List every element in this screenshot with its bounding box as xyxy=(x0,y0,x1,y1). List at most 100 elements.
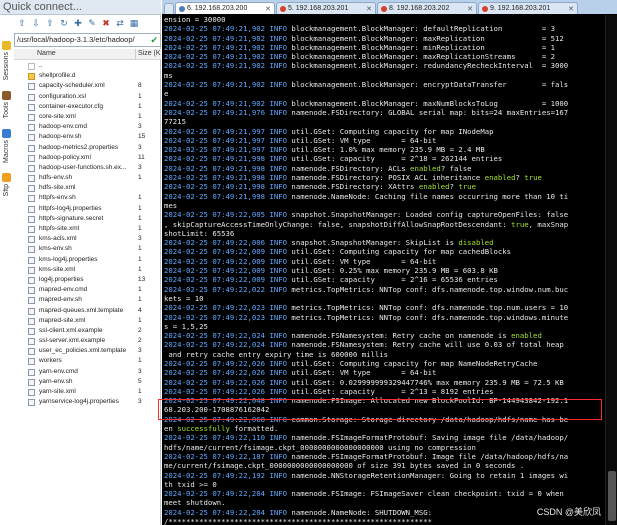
follow-terminal-icon[interactable]: ▦ xyxy=(128,18,140,30)
refresh-icon[interactable]: ↻ xyxy=(58,18,70,30)
terminal-scrollbar[interactable] xyxy=(605,15,617,525)
terminal-line: 2024-02-25 07:49:21,998 INFO namenode.Na… xyxy=(164,191,569,201)
file-icon xyxy=(28,236,35,244)
path-field[interactable]: /usr/local/hadoop-3.1.3/etc/hadoop/ ✔ xyxy=(14,33,161,47)
file-row[interactable]: .. xyxy=(14,61,161,71)
quick-connect-input[interactable]: Quick connect... xyxy=(0,0,161,15)
file-name: httpfs-log4j.properties xyxy=(39,204,102,212)
tab-sftp[interactable]: Sftp xyxy=(1,173,12,196)
file-row[interactable]: hadoop-metrics2.properties 3 xyxy=(14,143,161,153)
terminal-line: 2024-02-25 07:49:21,902 INFO blockmanage… xyxy=(164,24,556,34)
file-size: 13 xyxy=(138,275,146,283)
file-row[interactable]: mapred-queues.xml.template 4 xyxy=(14,306,161,316)
file-icon xyxy=(28,389,35,396)
terminal-line: hdfs/name/current/fsimage.ckpt_000000000… xyxy=(164,442,476,452)
terminal-line: 2024-02-25 07:49:22,009 INFO util.GSet: … xyxy=(164,247,512,257)
tab-session-8[interactable]: 8. 192.168.203.202 ✕ xyxy=(377,2,477,14)
terminal-line: shotLimit: 65536 xyxy=(164,228,235,238)
file-row[interactable]: hadoop-env.sh 15 xyxy=(14,132,161,142)
file-row[interactable]: hadoop-env.cmd 3 xyxy=(14,122,161,132)
file-size: 1 xyxy=(138,316,142,324)
home-tab[interactable] xyxy=(164,3,174,14)
file-row[interactable]: kms-env.sh 1 xyxy=(14,244,161,254)
close-icon[interactable]: ✕ xyxy=(467,5,473,13)
sftp-toolbar: ⇧ ⇩ ⇪ ↻ ✚ ✎ ✖ ⇄ ▦ xyxy=(14,16,161,31)
tab-sessions[interactable]: Sessions xyxy=(1,41,12,80)
tab-macros[interactable]: Macros xyxy=(1,129,12,163)
tab-session-9[interactable]: 9. 192.168.203.201 ✕ xyxy=(478,2,578,14)
delete-icon[interactable]: ✖ xyxy=(100,18,112,30)
file-row[interactable]: kms-site.xml 1 xyxy=(14,265,161,275)
file-row[interactable]: user_ec_policies.xml.template 3 xyxy=(14,346,161,356)
file-row[interactable]: hdfs-site.xml xyxy=(14,183,161,193)
terminal-line: 2024-02-25 07:49:22,026 INFO util.GSet: … xyxy=(164,386,494,396)
file-icon xyxy=(28,164,35,172)
file-row[interactable]: hdfs-env.sh 1 xyxy=(14,173,161,183)
sync-icon[interactable]: ⇄ xyxy=(114,18,126,30)
file-row[interactable]: httpfs-site.xml 1 xyxy=(14,224,161,234)
file-row[interactable]: log4j.properties 13 xyxy=(14,275,161,285)
file-name: hdfs-env.sh xyxy=(39,174,73,182)
checkmark-icon[interactable]: ✔ xyxy=(150,35,158,46)
tab-session-5[interactable]: 5. 192.168.203.201 ✕ xyxy=(276,2,376,14)
terminal-icon xyxy=(179,5,185,12)
file-row[interactable]: capacity-scheduler.xml 8 xyxy=(14,81,161,91)
file-row[interactable]: hadoop-policy.xml 11 xyxy=(14,153,161,163)
file-icon xyxy=(28,83,35,91)
file-row[interactable]: ssl-client.xml.example 2 xyxy=(14,326,161,336)
star-icon xyxy=(2,41,11,50)
close-icon[interactable]: ✕ xyxy=(568,5,574,13)
terminal-line: 2024-02-25 07:49:21,902 INFO blockmanage… xyxy=(164,98,569,108)
terminal-output[interactable]: ension = 30000 2024-02-25 07:49:21,902 IN… xyxy=(164,15,604,525)
terminal-line: 2024-02-25 07:49:22,026 INFO util.GSet: … xyxy=(164,358,538,368)
scrollbar-thumb[interactable] xyxy=(608,471,616,521)
tab-session-6[interactable]: 6. 192.168.203.200 ✕ xyxy=(175,2,275,14)
file-icon xyxy=(28,287,35,295)
terminal-line: ension = 30000 xyxy=(164,15,226,24)
close-icon[interactable]: ✕ xyxy=(265,5,271,13)
file-name: core-site.xml xyxy=(39,112,76,120)
file-row[interactable]: httpfs-signature.secret 1 xyxy=(14,214,161,224)
file-row[interactable]: kms-log4j.properties 1 xyxy=(14,255,161,265)
column-size-header[interactable]: Size (K xyxy=(138,50,161,57)
file-icon xyxy=(28,327,35,335)
file-row[interactable]: core-site.xml 1 xyxy=(14,112,161,122)
file-row[interactable]: workers 1 xyxy=(14,356,161,366)
file-name: httpfs-env.sh xyxy=(39,194,76,202)
file-size: 2 xyxy=(138,326,142,334)
file-row[interactable]: kms-acls.xml 3 xyxy=(14,234,161,244)
file-row[interactable]: hadoop-user-functions.sh.ex... 3 xyxy=(14,163,161,173)
file-row[interactable]: configuration.xsl 1 xyxy=(14,92,161,102)
file-row[interactable]: yarn-env.cmd 3 xyxy=(14,367,161,377)
file-row[interactable]: yarn-env.sh 5 xyxy=(14,377,161,387)
terminal-line: 2024-02-25 07:49:22,026 INFO util.GSet: … xyxy=(164,368,437,378)
file-row[interactable]: shellprofile.d xyxy=(14,71,161,81)
file-row[interactable]: container-executor.cfg 1 xyxy=(14,102,161,112)
download-icon[interactable]: ⇩ xyxy=(30,18,42,30)
file-row[interactable]: yarnservice-log4j.properties 3 xyxy=(14,397,161,407)
edit-icon[interactable]: ✎ xyxy=(86,18,98,30)
up-folder-icon[interactable]: ⇧ xyxy=(16,18,28,30)
column-name-header[interactable]: Name xyxy=(37,50,56,57)
new-folder-icon[interactable]: ✚ xyxy=(72,18,84,30)
file-row[interactable]: mapred-env.cmd 1 xyxy=(14,285,161,295)
file-row[interactable]: httpfs-log4j.properties 1 xyxy=(14,204,161,214)
tab-tools[interactable]: Tools xyxy=(1,91,12,118)
upload-icon[interactable]: ⇪ xyxy=(44,18,56,30)
file-name: httpfs-signature.secret xyxy=(39,214,104,222)
file-row[interactable]: yarn-site.xml 1 xyxy=(14,387,161,397)
terminal-line: /***************************************… xyxy=(164,517,432,525)
file-size: 5 xyxy=(138,377,142,385)
file-name: user_ec_policies.xml.template xyxy=(39,347,127,355)
file-row[interactable]: mapred-site.xml 1 xyxy=(14,316,161,326)
file-icon xyxy=(28,175,35,183)
terminal-line: 2024-02-25 07:49:21,998 INFO util.GSet: … xyxy=(164,154,503,164)
file-size: 3 xyxy=(138,123,142,131)
terminal-line: 2024-02-25 07:49:22,048 INFO namenode.FS… xyxy=(164,396,569,406)
terminal-line: 2024-02-25 07:49:21,997 INFO util.GSet: … xyxy=(164,135,437,145)
file-row[interactable]: ssl-server.xml.example 2 xyxy=(14,336,161,346)
file-row[interactable]: mapred-env.sh 1 xyxy=(14,295,161,305)
file-list: .. shellprofile.d capacity-scheduler.xml 8 c… xyxy=(14,61,161,407)
close-icon[interactable]: ✕ xyxy=(366,5,372,13)
file-row[interactable]: httpfs-env.sh 1 xyxy=(14,193,161,203)
